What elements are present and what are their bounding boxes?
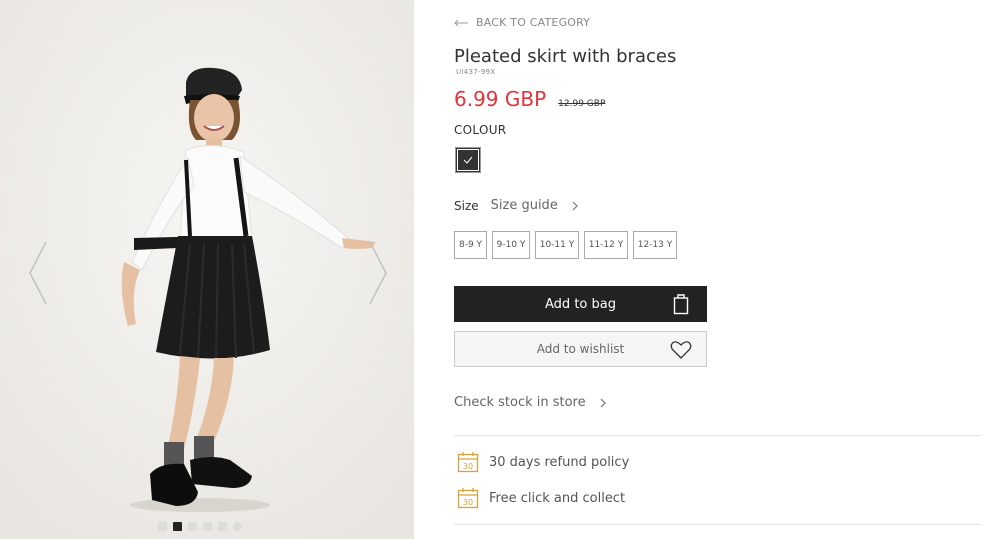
perk-click-collect: 30 Free click and collect: [457, 487, 625, 509]
size-guide-label: Size guide: [490, 198, 558, 213]
calendar-day-number: 30: [463, 462, 473, 471]
gallery-next-button[interactable]: [366, 240, 390, 306]
divider: [454, 524, 981, 525]
product-gallery: [0, 0, 414, 539]
gallery-dot[interactable]: [233, 522, 242, 531]
size-option[interactable]: 10-11 Y: [535, 231, 579, 259]
check-stock-label: Check stock in store: [454, 395, 586, 410]
size-option[interactable]: 12-13 Y: [633, 231, 677, 259]
product-title: Pleated skirt with braces: [454, 46, 677, 67]
perk-refund: 30 30 days refund policy: [457, 451, 629, 473]
gallery-dot[interactable]: [203, 522, 212, 531]
product-details: BACK TO CATEGORY Pleated skirt with brac…: [454, 0, 981, 539]
chevron-right-icon: [600, 398, 606, 407]
old-price: 12.99 GBP: [558, 99, 606, 109]
gallery-pagination: [158, 522, 242, 531]
add-to-bag-button[interactable]: Add to bag: [454, 286, 707, 322]
check-icon: [463, 156, 473, 164]
back-to-category-label: BACK TO CATEGORY: [476, 16, 591, 29]
add-to-wishlist-label: Add to wishlist: [536, 342, 625, 356]
price-row: 6.99 GBP 12.99 GBP: [454, 87, 605, 111]
gallery-dot[interactable]: [158, 522, 167, 531]
heart-icon: [670, 341, 692, 359]
colour-swatch-selected[interactable]: [455, 147, 481, 173]
chevron-right-icon: [572, 201, 578, 210]
size-guide-link[interactable]: Size guide: [491, 198, 578, 213]
gallery-dot[interactable]: [218, 522, 227, 531]
current-price: 6.99 GBP: [454, 87, 547, 111]
shopping-bag-icon: [673, 294, 689, 315]
size-row: Size Size guide: [454, 198, 578, 213]
size-option[interactable]: 11-12 Y: [584, 231, 628, 259]
arrow-left-icon: [454, 19, 468, 26]
back-to-category-link[interactable]: BACK TO CATEGORY: [454, 16, 590, 29]
size-option[interactable]: 9-10 Y: [492, 231, 530, 259]
calendar-day-number: 30: [463, 498, 473, 507]
product-sku: UI437-99X: [456, 68, 496, 76]
colour-label: COLOUR: [454, 123, 507, 137]
calendar-30-icon: 30: [457, 488, 479, 509]
divider: [454, 435, 981, 436]
chevron-right-icon: [369, 241, 387, 305]
add-to-wishlist-button[interactable]: Add to wishlist: [454, 331, 707, 367]
calendar-30-icon: 30: [457, 452, 479, 473]
check-stock-link[interactable]: Check stock in store: [454, 395, 606, 410]
gallery-prev-button[interactable]: [26, 240, 50, 306]
gallery-dot-active[interactable]: [173, 522, 182, 531]
product-photo: [0, 0, 414, 539]
perk-label: 30 days refund policy: [489, 454, 630, 470]
size-label: Size: [454, 198, 479, 213]
perk-label: Free click and collect: [489, 490, 626, 506]
gallery-dot[interactable]: [188, 522, 197, 531]
size-option[interactable]: 8-9 Y: [454, 231, 487, 259]
chevron-left-icon: [29, 241, 47, 305]
size-options: 8-9 Y 9-10 Y 10-11 Y 11-12 Y 12-13 Y: [454, 231, 677, 259]
add-to-bag-label: Add to bag: [545, 296, 616, 312]
